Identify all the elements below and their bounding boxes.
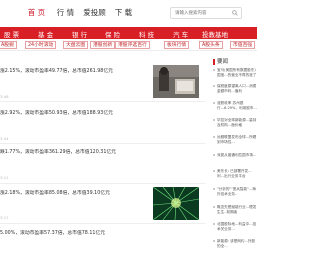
nav-market[interactable]: 行 情 <box>51 7 80 18</box>
channel-funds[interactable]: 基 金 <box>38 29 53 39</box>
news-title[interactable]: 涨2.15%，滚动市盈率49.77倍，总市值261.98亿元 <box>0 67 113 74</box>
top-nav: 首 页 行 情 爱投顾 下 载 <box>22 7 138 18</box>
news-title[interactable]: 涨2.92%，滚动市盈率50.93倍，总市值188.93亿元 <box>0 109 113 116</box>
news-thumbnail[interactable] <box>153 65 199 98</box>
news-thumbnail[interactable] <box>153 187 199 220</box>
channel-insurance[interactable]: 保 险 <box>105 29 120 39</box>
news-date: 3:44 <box>0 136 9 141</box>
channel-investor-edu[interactable]: 投教基地 <box>202 29 228 39</box>
news-date: 3:17 <box>0 215 9 220</box>
subnav-item[interactable]: 板块行情 <box>164 41 190 49</box>
search-icon[interactable] <box>232 10 238 16</box>
channel-banks[interactable]: 银 行 <box>72 29 87 39</box>
channel-tech[interactable]: 科 技 <box>139 29 154 39</box>
subnav-item[interactable]: 港股创新 <box>90 41 116 49</box>
subnav-item[interactable]: 24小时滚动 <box>25 41 57 49</box>
section-header: 要闻 <box>213 57 228 65</box>
subnav-item[interactable]: A股头条 <box>199 41 223 49</box>
subnav-item[interactable]: 市值百强 <box>230 41 256 49</box>
subnav-item[interactable]: 大盘云图 <box>63 41 89 49</box>
news-title[interactable]: 跌1.77%，滚动市盈率361.29倍，总市值120.31亿元 <box>0 148 116 155</box>
sub-nav: A股掘 24小时滚动 大盘云图 港股创新 港股评选百行 板块行情 遇遇 A股头条… <box>0 40 257 51</box>
subnav-item[interactable]: 港股评选百行 <box>115 41 150 49</box>
subnav-item[interactable]: A股掘 <box>0 41 17 49</box>
news-date: 3:11 <box>0 175 9 180</box>
channel-auto[interactable]: 汽 车 <box>173 29 188 39</box>
divider <box>0 183 205 184</box>
channel-stocks[interactable]: 股 票 <box>4 29 19 39</box>
nav-advisor[interactable]: 爱投顾 <box>80 7 109 18</box>
nav-home[interactable]: 首 页 <box>22 7 51 18</box>
divider <box>0 101 205 102</box>
nav-download[interactable]: 下 载 <box>109 7 138 18</box>
top-header: 首 页 行 情 爱投顾 下 载 <box>0 0 257 27</box>
search-input[interactable] <box>175 9 230 18</box>
news-date: 3:46 <box>0 94 9 99</box>
divider <box>0 223 205 224</box>
search-box[interactable] <box>170 7 242 19</box>
divider <box>0 143 205 144</box>
news-title[interactable]: 5.00%，滚动市盈率57.37倍，总市值78.11亿元 <box>0 229 105 236</box>
channel-bar: 股 票 基 金 银 行 保 险 科 技 汽 车 投教基地 <box>0 27 257 39</box>
news-title[interactable]: 涨2.18%，滚动市盈率85.08倍，总市值39.10亿元 <box>0 189 110 196</box>
